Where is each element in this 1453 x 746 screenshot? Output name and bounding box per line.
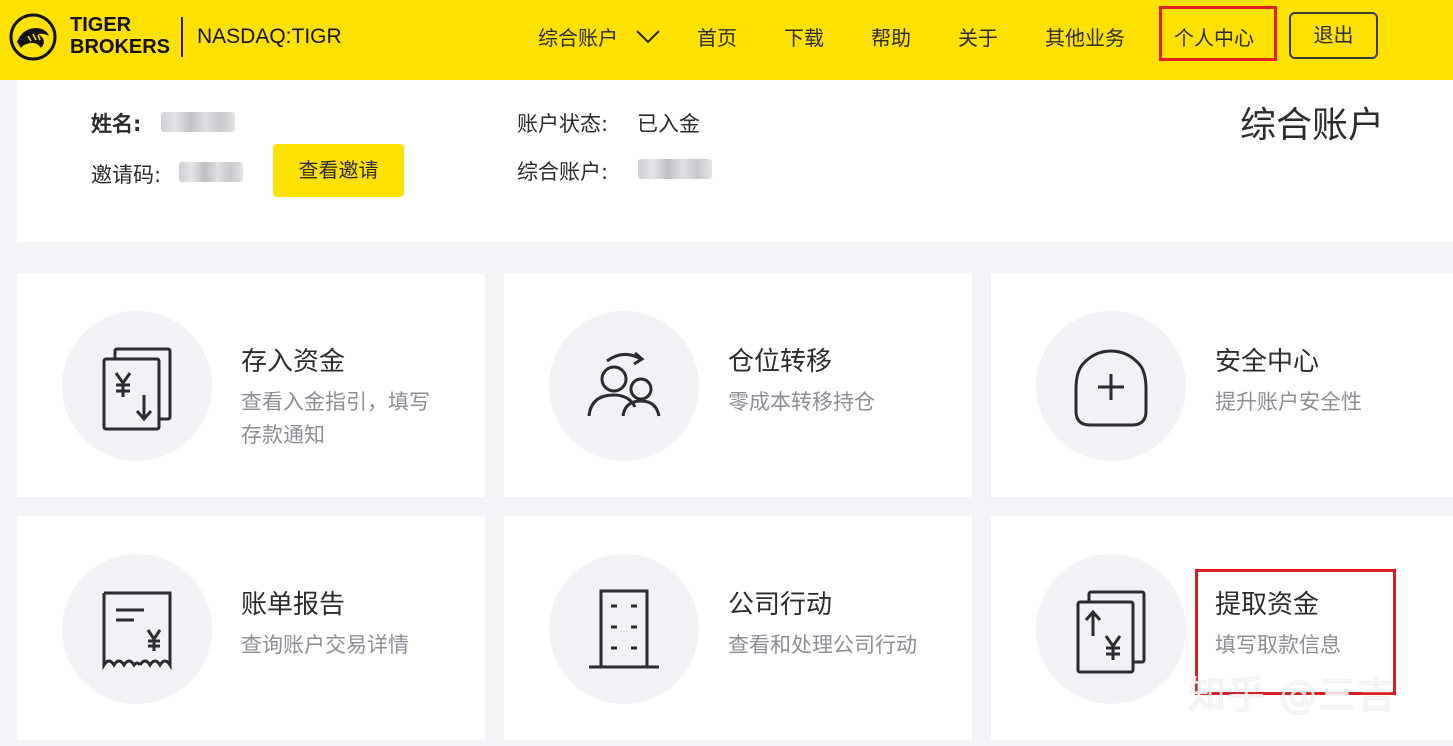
card-description: 提升账户安全性 [1215,390,1362,414]
card-description: 查询账户交易详情 [241,633,409,657]
account-status-label: 账户状态: [517,112,609,136]
logout-button[interactable]: 退出 [1289,12,1378,59]
stock-ticker: NASDAQ:TIGR [197,25,342,48]
panel-title: 综合账户 [1240,105,1385,146]
card-icon-circle [1036,554,1186,704]
chevron-down-icon[interactable] [634,26,662,46]
card-description: 零成本转移持仓 [728,390,875,414]
card-icon-circle [62,311,212,461]
card-position-transfer[interactable]: 仓位转移 零成本转移持仓 [504,273,972,497]
card-title: 账单报告 [241,590,346,620]
card-description: 查看和处理公司行动 [728,633,917,657]
nav-about[interactable]: 关于 [958,22,998,51]
card-title: 公司行动 [728,590,833,620]
account-status-value: 已入金 [637,112,700,136]
card-icon-circle [62,554,212,704]
card-title: 仓位转移 [728,347,833,377]
nav-home[interactable]: 首页 [697,22,737,51]
top-navigation-bar: TIGER BROKERS NASDAQ:TIGR 综合账户 首页 下载 帮助 … [0,0,1453,80]
brand-line-2: BROKERS [70,36,171,58]
card-icon-circle [549,554,699,704]
nav-help[interactable]: 帮助 [871,22,911,51]
card-icon-circle [549,311,699,461]
nav-personal-center[interactable]: 个人中心 [1174,22,1254,51]
brand-name[interactable]: TIGER BROKERS [70,14,170,58]
name-value-redacted [161,112,235,132]
brand-divider [181,17,183,57]
brand-line-1: TIGER [70,14,132,36]
invite-code-redacted [179,162,243,182]
account-number-label: 综合账户: [517,160,609,184]
receipt-icon [102,591,172,671]
shield-plus-icon [1074,349,1148,427]
card-title: 存入资金 [241,347,346,377]
card-title: 安全中心 [1215,347,1320,377]
card-corporate-actions[interactable]: 公司行动 查看和处理公司行动 [504,516,972,740]
account-number-redacted [638,159,712,179]
invite-code-label: 邀请码: [91,163,162,187]
transfer-users-icon [587,351,661,417]
nav-account-dropdown[interactable]: 综合账户 [538,22,618,51]
nav-other-business[interactable]: 其他业务 [1045,22,1125,51]
withdraw-icon [1076,590,1146,674]
tiger-logo-icon[interactable] [8,12,58,62]
card-security-center[interactable]: 安全中心 提升账户安全性 [991,273,1453,497]
name-label: 姓名: [91,112,142,136]
card-icon-circle [1036,311,1186,461]
building-icon [589,589,659,669]
view-invite-button[interactable]: 查看邀请 [273,144,404,197]
deposit-icon [102,347,172,431]
watermark-text: 知乎 @三吉 [1188,673,1397,717]
card-description: 查看入金指引，填写存款通知 [241,390,430,447]
nav-download[interactable]: 下载 [784,22,824,51]
account-info-panel: 姓名: 邀请码: 查看邀请 账户状态: 已入金 综合账户: 综合账户 [17,80,1453,242]
card-statements[interactable]: 账单报告 查询账户交易详情 [17,516,485,740]
card-deposit[interactable]: 存入资金 查看入金指引，填写存款通知 [17,273,485,497]
